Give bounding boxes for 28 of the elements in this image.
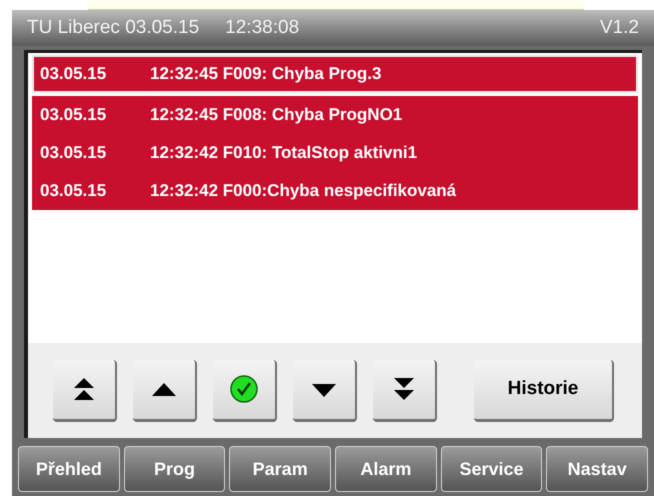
alarm-row[interactable]: 03.05.15 12:32:42 F010: TotalStop aktivni1: [32, 134, 638, 172]
alarm-date: 03.05.15: [40, 104, 108, 126]
alarm-row[interactable]: 03.05.15 12:32:45 F009: Chyba Prog.3: [32, 55, 638, 93]
first-button[interactable]: [53, 360, 117, 422]
alarm-message: 12:32:42 F010: TotalStop aktivni1: [150, 142, 418, 164]
nav-tab[interactable]: Přehled: [18, 446, 120, 492]
alarm-date: 03.05.15: [40, 180, 108, 202]
alarm-date: 03.05.15: [40, 142, 108, 164]
up-button[interactable]: [133, 360, 197, 422]
alarm-date: 03.05.15: [40, 63, 108, 86]
nav-tab[interactable]: Alarm: [335, 446, 437, 492]
acknowledge-button[interactable]: [213, 360, 277, 422]
last-button[interactable]: [373, 360, 437, 422]
nav-tab[interactable]: Service: [440, 446, 542, 492]
history-button[interactable]: Historie: [474, 360, 614, 422]
alarm-row[interactable]: 03.05.15 12:32:45 F008: Chyba ProgNO1: [32, 96, 638, 134]
nav-tab[interactable]: Nastav: [546, 446, 648, 492]
header-title: TU Liberec 03.05.15: [27, 16, 200, 40]
alarm-message: 12:32:45 F008: Chyba ProgNO1: [150, 104, 402, 126]
header-time: 12:38:08: [225, 16, 300, 40]
alarm-row[interactable]: 03.05.15 12:32:42 F000:Chyba nespecifikovaná: [32, 172, 638, 210]
check-icon: [230, 375, 258, 403]
alarm-message: 12:32:45 F009: Chyba Prog.3: [150, 63, 382, 86]
down-button[interactable]: [293, 360, 357, 422]
alarm-message: 12:32:42 F000:Chyba nespecifikovaná: [150, 180, 456, 202]
version-label: V1.2: [600, 16, 639, 40]
nav-tab[interactable]: Param: [229, 446, 332, 492]
nav-tab[interactable]: Prog: [124, 446, 226, 492]
